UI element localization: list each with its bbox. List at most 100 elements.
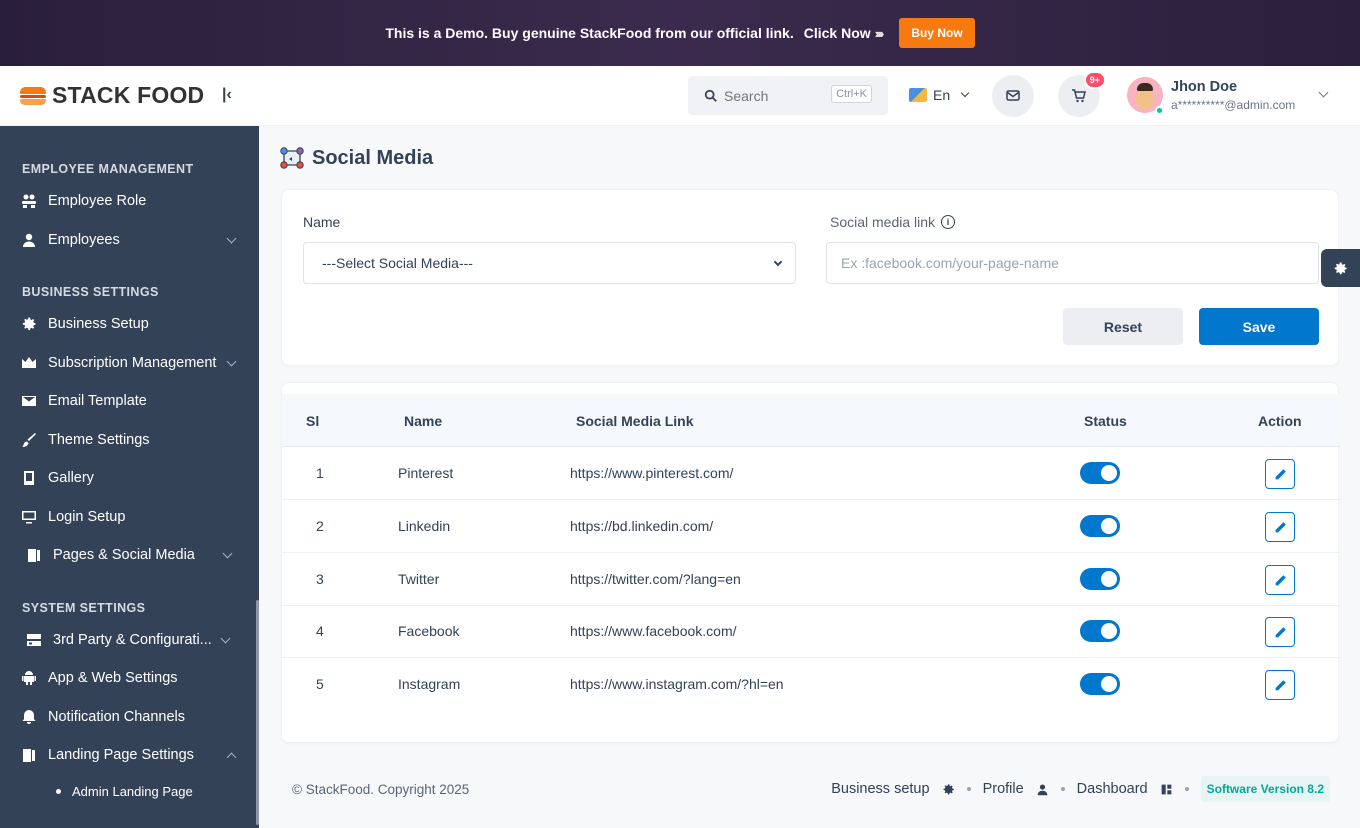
footer-link-dashboard[interactable]: Dashboard — [1077, 781, 1173, 797]
row-name: Instagram — [398, 676, 461, 692]
sidebar-subitem-label: Admin Landing Page — [72, 784, 193, 799]
row-name: Linkedin — [398, 518, 451, 534]
status-toggle[interactable] — [1080, 673, 1120, 695]
sidebar-item-theme-settings[interactable]: Theme Settings — [0, 421, 259, 460]
row-name: Pinterest — [398, 465, 454, 481]
user-menu[interactable]: Jhon Doe a**********@admin.com — [1127, 77, 1329, 115]
users-role-icon — [20, 192, 38, 210]
user-name: Jhon Doe — [1171, 78, 1238, 95]
footer-link-label: Profile — [982, 781, 1024, 797]
sidebar-item-employee-role[interactable]: Employee Role — [0, 182, 259, 221]
pencil-icon — [1275, 468, 1286, 479]
brush-icon — [20, 431, 38, 449]
gear-icon — [20, 315, 38, 333]
sidebar-brand: STACK FOOD |‹ — [0, 66, 259, 126]
chevron-down-icon — [226, 356, 237, 366]
sidebar: STACK FOOD |‹ EMPLOYEE MANAGEMENT Employ… — [0, 66, 259, 828]
search-input[interactable] — [724, 87, 834, 104]
social-media-select-value: ---Select Social Media--- — [322, 255, 473, 271]
sidebar-item-notification-channels[interactable]: Notification Channels — [0, 698, 259, 737]
server-icon — [25, 631, 43, 649]
sidebar-item-label: Landing Page Settings — [48, 747, 194, 764]
footer-separator — [1060, 787, 1065, 791]
footer-link-profile[interactable]: Profile — [983, 781, 1049, 797]
reset-button[interactable]: Reset — [1063, 308, 1183, 345]
footer-link-business-setup[interactable]: Business setup — [831, 781, 954, 797]
edit-button[interactable] — [1265, 512, 1295, 542]
info-icon[interactable]: i — [941, 215, 956, 229]
sidebar-item-landing-page-settings[interactable]: Landing Page Settings — [0, 736, 259, 775]
row-sl: 3 — [316, 571, 324, 587]
col-status: Status — [1084, 413, 1127, 429]
edit-button[interactable] — [1265, 565, 1295, 595]
edit-button[interactable] — [1265, 459, 1295, 489]
sidebar-item-pages-social-media[interactable]: Pages & Social Media — [0, 536, 259, 575]
social-media-select[interactable]: ---Select Social Media--- — [303, 242, 796, 284]
sidebar-item-subscription-management[interactable]: Subscription Management — [0, 344, 259, 383]
sidebar-item-app-web-settings[interactable]: App & Web Settings — [0, 659, 259, 698]
sidebar-item-label: Business Setup — [48, 316, 149, 333]
banner-click-now-link[interactable]: Click Now ››››› — [803, 25, 884, 41]
banner-click-label: Click Now — [803, 25, 871, 41]
settings-float-button[interactable] — [1321, 249, 1360, 287]
social-link-input[interactable] — [826, 242, 1319, 284]
sidebar-item-business-setup[interactable]: Business Setup — [0, 305, 259, 344]
search-shortcut: Ctrl+K — [831, 85, 872, 103]
social-media-form: Name Social media link i ---Select Socia… — [281, 189, 1339, 366]
chevron-down-icon — [1318, 87, 1329, 98]
user-icon — [20, 231, 38, 249]
section-business-settings: BUSINESS SETTINGS — [22, 285, 159, 299]
pencil-icon — [1275, 626, 1286, 637]
name-label: Name — [303, 214, 341, 230]
sidebar-item-label: 3rd Party & Configurati... — [53, 631, 212, 648]
status-toggle[interactable] — [1080, 515, 1120, 537]
edit-button[interactable] — [1265, 617, 1295, 647]
sidebar-item-email-template[interactable]: Email Template — [0, 382, 259, 421]
save-button[interactable]: Save — [1199, 308, 1319, 345]
social-media-icon — [280, 147, 304, 169]
status-toggle[interactable] — [1080, 620, 1120, 642]
language-selector[interactable]: En — [909, 87, 970, 103]
row-sl: 4 — [316, 623, 324, 639]
collapse-sidebar-icon[interactable]: |‹ — [222, 86, 232, 104]
sidebar-menu: EMPLOYEE MANAGEMENT Employee Role Employ… — [0, 126, 259, 809]
edit-button[interactable] — [1265, 670, 1295, 700]
row-link: https://www.pinterest.com/ — [570, 465, 734, 481]
buy-now-button[interactable]: Buy Now — [899, 18, 975, 48]
section-employee-management: EMPLOYEE MANAGEMENT — [22, 162, 194, 176]
sidebar-item-label: Email Template — [48, 393, 147, 410]
social-media-table: Sl Name Social Media Link Status Action … — [281, 382, 1340, 743]
chevron-down-icon — [220, 633, 231, 643]
sidebar-item-employees[interactable]: Employees — [0, 221, 259, 260]
user-icon — [1037, 783, 1048, 795]
demo-banner: This is a Demo. Buy genuine StackFood fr… — [0, 0, 1360, 66]
sidebar-item-gallery[interactable]: Gallery — [0, 459, 259, 498]
table-row: 2 Linkedin https://bd.linkedin.com/ — [282, 500, 1340, 553]
sidebar-subitem-admin-landing-page[interactable]: Admin Landing Page — [0, 775, 259, 809]
sidebar-item-3rd-party-configuration[interactable]: 3rd Party & Configurati... — [0, 621, 259, 660]
copyright: © StackFood. Copyright 2025 — [292, 782, 470, 797]
status-toggle[interactable] — [1080, 568, 1120, 590]
messages-button[interactable] — [992, 75, 1034, 117]
pencil-icon — [1275, 679, 1286, 690]
sidebar-item-label: Pages & Social Media — [53, 547, 195, 564]
footer-separator — [966, 787, 971, 791]
brand-logo[interactable]: STACK FOOD — [20, 82, 204, 109]
cart-button[interactable]: 9+ — [1058, 71, 1106, 117]
crown-icon — [20, 354, 38, 372]
row-name: Twitter — [398, 571, 440, 587]
sidebar-item-label: Employees — [48, 231, 120, 248]
sidebar-item-label: Theme Settings — [48, 431, 150, 448]
banner-message: This is a Demo. Buy genuine StackFood fr… — [385, 25, 794, 41]
sidebar-item-login-setup[interactable]: Login Setup — [0, 498, 259, 537]
footer-link-label: Dashboard — [1076, 781, 1148, 797]
android-icon — [20, 669, 38, 687]
table-row: 3 Twitter https://twitter.com/?lang=en — [282, 553, 1340, 606]
social-link-label-wrap: Social media link i — [830, 214, 956, 230]
status-toggle[interactable] — [1080, 462, 1120, 484]
monitor-icon — [20, 508, 38, 526]
envelope-icon — [20, 392, 38, 410]
gallery-icon — [20, 469, 38, 487]
search-box[interactable]: Ctrl+K — [688, 76, 888, 115]
pencil-icon — [1275, 574, 1286, 585]
